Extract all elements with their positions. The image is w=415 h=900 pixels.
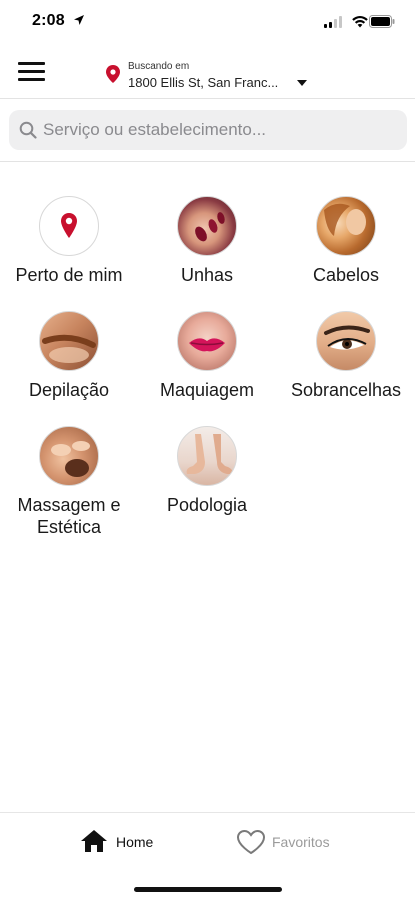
category-label: Unhas (180, 265, 234, 285)
massage-photo (39, 426, 99, 486)
category-label: Maquiagem (159, 380, 255, 400)
app-screen: 2:08 Buscando em 1800 Ellis St, San Fran… (0, 0, 415, 900)
category-label: Podologia (166, 495, 248, 515)
eyebrows-photo (316, 311, 376, 371)
header-divider (0, 98, 415, 99)
category-label: Massagem e Estética (17, 495, 121, 537)
location-address: 1800 Ellis St, San Franc... (128, 75, 279, 90)
heart-icon (236, 829, 266, 855)
waxing-photo (39, 311, 99, 371)
category-label: Cabelos (312, 265, 380, 285)
search-bar[interactable] (9, 110, 407, 150)
hair-photo (316, 196, 376, 256)
category-label: Perto de mim (15, 265, 123, 285)
nails-photo (177, 196, 237, 256)
makeup-photo (177, 311, 237, 371)
status-bar: 2:08 (0, 0, 415, 44)
map-pin-icon (60, 212, 77, 238)
signal-icon (324, 16, 342, 28)
category-massagem-e-estetica[interactable]: Massagem e Estética (0, 426, 138, 538)
category-maquiagem[interactable]: Maquiagem (138, 311, 276, 401)
search-input[interactable] (43, 110, 398, 150)
chevron-down-icon[interactable] (297, 80, 307, 86)
location-arrow-icon (74, 15, 84, 25)
category-cabelos[interactable]: Cabelos (277, 196, 415, 286)
status-time: 2:08 (32, 12, 65, 29)
home-indicator (134, 887, 282, 892)
tab-favorites-label: Favoritos (272, 834, 330, 850)
search-icon (19, 121, 37, 139)
map-pin-icon (106, 65, 120, 83)
category-label: Depilação (28, 380, 110, 400)
podology-photo (177, 426, 237, 486)
location-label: Buscando em (128, 61, 190, 72)
location-selector[interactable]: Buscando em 1800 Ellis St, San Franc... (106, 58, 316, 94)
category-unhas[interactable]: Unhas (138, 196, 276, 286)
app-header: Buscando em 1800 Ellis St, San Franc... (0, 50, 415, 100)
wifi-icon (352, 16, 368, 28)
hamburger-menu-icon[interactable] (18, 62, 46, 86)
search-divider (0, 161, 415, 162)
category-depilacao[interactable]: Depilação (0, 311, 138, 401)
home-icon (81, 830, 107, 852)
category-podologia[interactable]: Podologia (138, 426, 276, 516)
battery-icon (369, 15, 395, 28)
tab-home-label: Home (116, 834, 154, 850)
category-icon (39, 196, 99, 256)
category-sobrancelhas[interactable]: Sobrancelhas (277, 311, 415, 401)
category-perto-de-mim[interactable]: Perto de mim (0, 196, 138, 286)
category-label: Sobrancelhas (290, 380, 402, 400)
